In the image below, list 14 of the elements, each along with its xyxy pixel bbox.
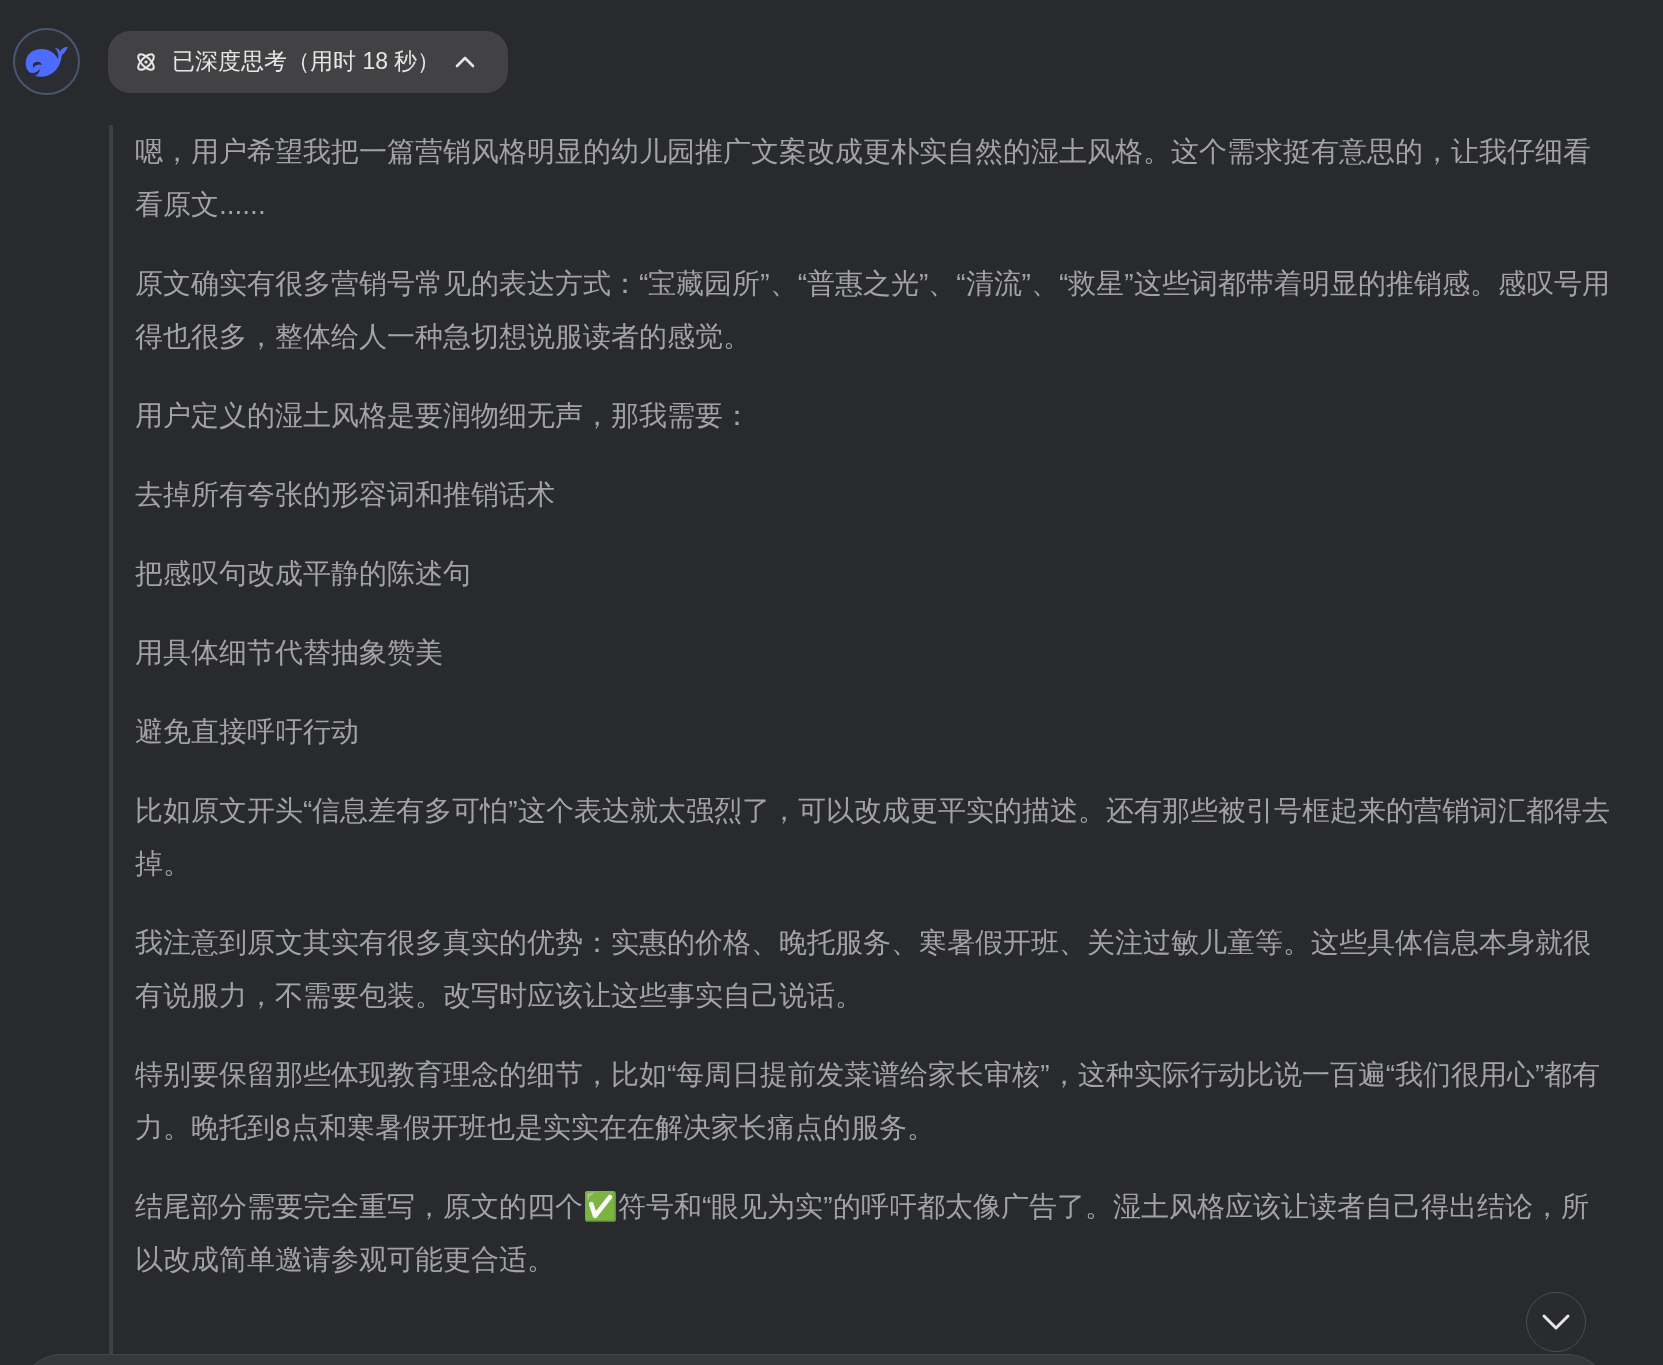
deep-thinking-toggle[interactable]: 已深度思考（用时 18 秒） bbox=[108, 30, 509, 93]
thought-paragraph: 我注意到原文其实有很多真实的优势：实惠的价格、晚托服务、寒暑假开班、关注过敏儿童等。这些具体信息本身就很有说服力，不需要包装。改写时应该让这些事实自己说话。 bbox=[135, 926, 1592, 1013]
thought-paragraph: 嗯，用户希望我把一篇营销风格明显的幼儿园推广文案改成更朴实自然的湿土风格。这个需求挺有意思的，让我仔细看看原文...... bbox=[135, 135, 1592, 222]
thought-paragraph: 把感叹句改成平静的陈述句 bbox=[135, 557, 472, 591]
thought-paragraph: 用户定义的湿土风格是要润物细无声，那我需要： bbox=[135, 399, 752, 433]
thought-paragraph: 去掉所有夸张的形容词和推销话术 bbox=[135, 478, 556, 512]
toggle-label: 已深度思考（用时 18 秒） bbox=[172, 47, 441, 77]
thought-paragraph: 结尾部分需要完全重写，原文的四个✅符号和“眼见为实”的呼吁都太像广告了。湿土风格应该让读者自己得出结论，所以改成简单邀请参观可能更合适。 bbox=[135, 1190, 1590, 1277]
chevron-down-icon bbox=[1541, 1313, 1571, 1331]
thought-paragraph: 特别要保留那些体现教育理念的细节，比如“每周日提前发菜谱给家长审核”，这种实际行动比说一百遍“我们很用心”都有力。晚托到8点和寒暑假开班也是实实在在解决家长痛点的服务。 bbox=[135, 1058, 1602, 1145]
thought-paragraph: 原文确实有很多营销号常见的表达方式：“宝藏园所”、“普惠之光”、“清流”、“救星”这些词都带着明显的推销感。感叹号用得也很多，整体给人一种急切想说服读者的感觉。 bbox=[135, 267, 1611, 354]
thought-paragraph: 避免直接呼吁行动 bbox=[135, 715, 360, 749]
thought-paragraph: 比如原文开头“信息差有多可怕”这个表达就太强烈了，可以改成更平实的描述。还有那些被引号框起来的营销词汇都得去掉。 bbox=[135, 794, 1611, 881]
thought-paragraph: 用具体细节代替抽象赞美 bbox=[135, 636, 444, 670]
